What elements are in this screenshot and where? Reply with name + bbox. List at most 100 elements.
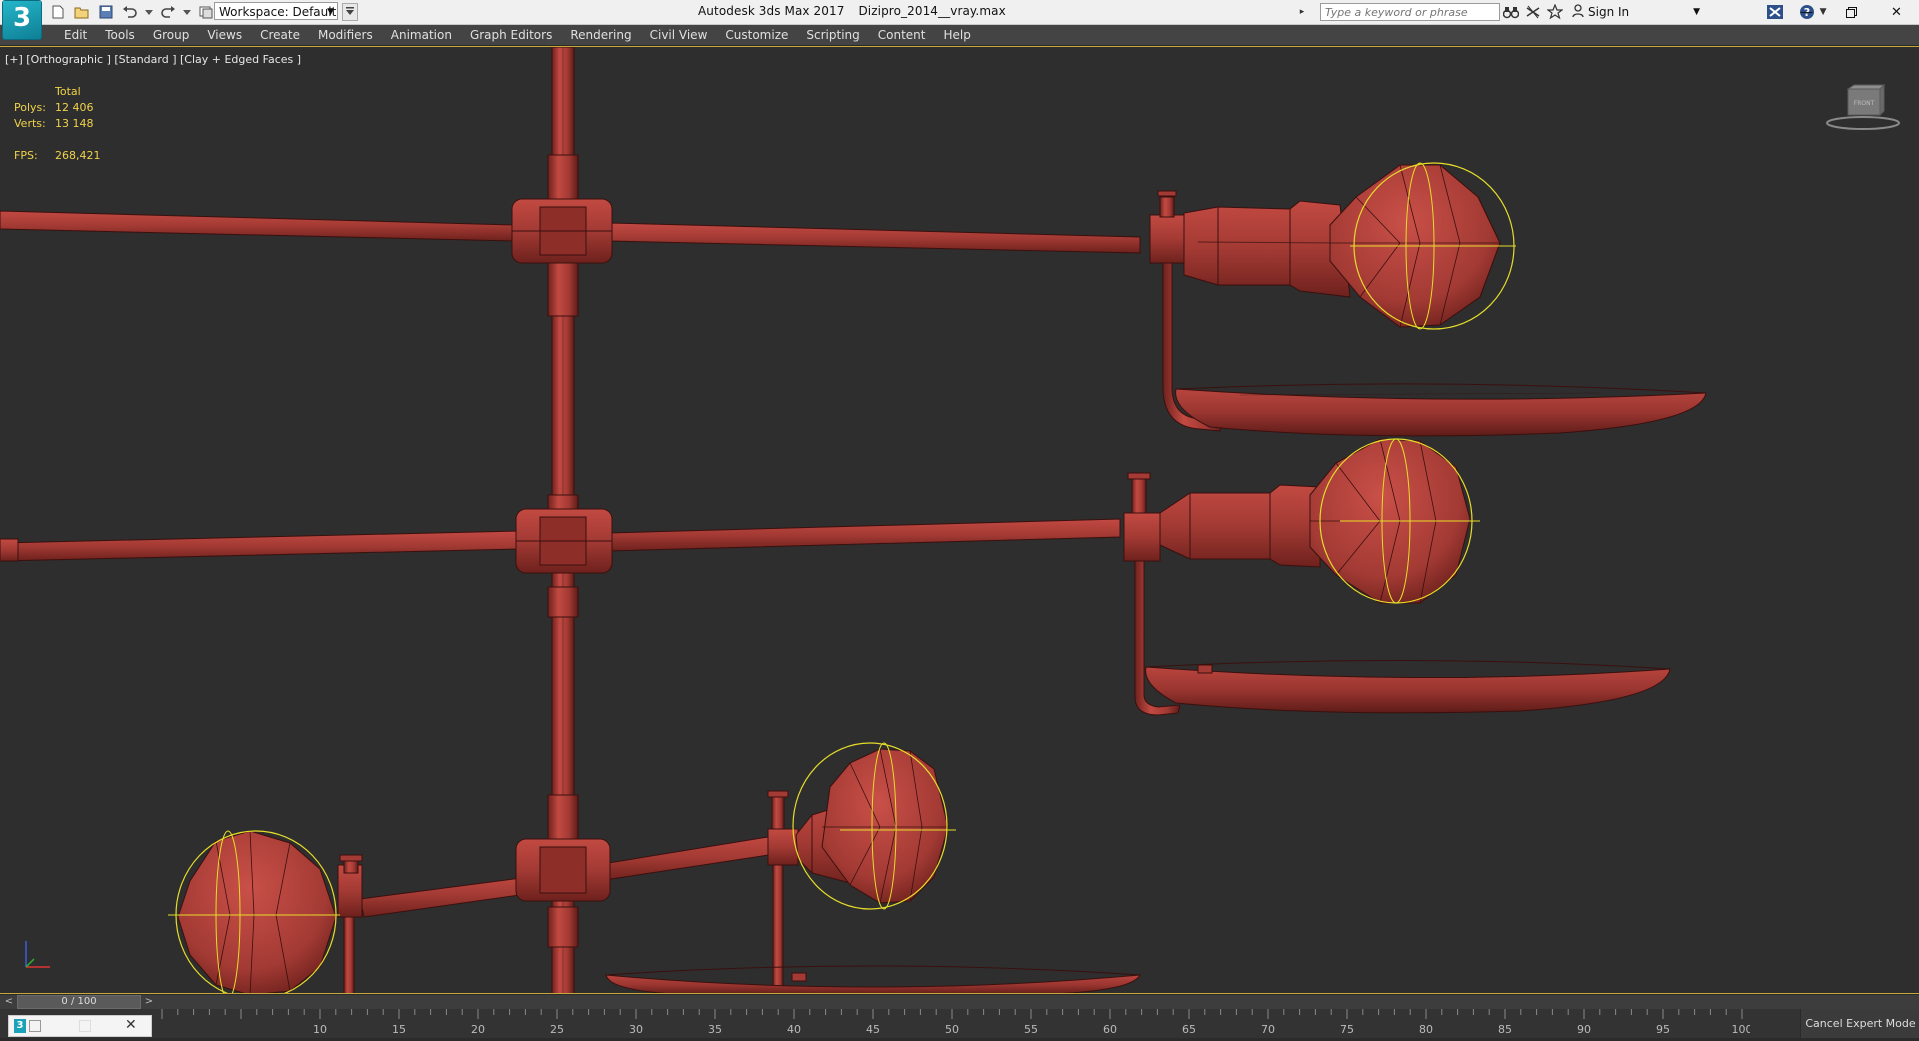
track-tick-label: 65 (1182, 1023, 1196, 1036)
undo-dropdown-icon[interactable] (144, 2, 154, 22)
redo-icon[interactable] (158, 2, 178, 22)
redo-dropdown-icon[interactable] (182, 2, 192, 22)
chevron-down-icon: ▼ (1693, 7, 1701, 17)
lamp-3[interactable] (605, 742, 1141, 994)
menu-create[interactable]: Create (251, 25, 309, 45)
axis-tripod-icon (25, 941, 50, 968)
track-tick-label: 15 (392, 1023, 406, 1036)
file-name: Dizipro_2014__vray.max (858, 4, 1006, 18)
polys-label: Polys: (14, 101, 46, 114)
previous-frame-button[interactable]: < (2, 995, 16, 1009)
verts-count: 13 148 (55, 117, 94, 130)
menu-help[interactable]: Help (935, 25, 980, 45)
track-tick-label: 80 (1419, 1023, 1433, 1036)
menu-civil-view[interactable]: Civil View (641, 25, 717, 45)
fps-value: 268,421 (55, 149, 101, 162)
binoculars-icon[interactable] (1500, 2, 1522, 22)
menu-tools[interactable]: Tools (96, 25, 144, 45)
lamp-2[interactable] (1123, 438, 1671, 716)
window-controls: — ✕ (1784, 0, 1919, 24)
listener-pane-icon (79, 1020, 91, 1032)
viewcube-face-label: FRONT (1854, 100, 1875, 107)
expand-search-icon[interactable]: ▸ (1298, 2, 1306, 22)
menu-group[interactable]: Group (144, 25, 199, 45)
chevron-down-icon: ▼ (327, 7, 334, 17)
new-file-icon[interactable] (48, 2, 68, 22)
track-tick-label: 100 (1732, 1023, 1751, 1036)
track-tick-label: 25 (550, 1023, 564, 1036)
menu-modifiers[interactable]: Modifiers (309, 25, 382, 45)
track-tick-label: 75 (1340, 1023, 1354, 1036)
app-logo-icon[interactable]: 3 (3, 1, 41, 39)
polys-count: 12 406 (55, 101, 94, 114)
menu-bar: Edit Tools Group Views Create Modifiers … (0, 25, 1919, 46)
track-tick-label: 60 (1103, 1023, 1117, 1036)
open-file-icon[interactable] (72, 2, 92, 22)
cancel-expert-mode-button[interactable]: Cancel Expert Mode (1800, 1009, 1919, 1038)
quick-access-toolbar (48, 2, 216, 22)
toolbar-customize-button[interactable] (342, 3, 358, 21)
track-tick-label: 90 (1577, 1023, 1591, 1036)
track-tick-label: 95 (1656, 1023, 1670, 1036)
lamp-4[interactable] (168, 830, 363, 994)
track-tick-label: 50 (945, 1023, 959, 1036)
menu-graph-editors[interactable]: Graph Editors (461, 25, 561, 45)
viewport-statistics: Total Polys: 12 406 Verts: 13 148 FPS: 268,… (14, 84, 101, 164)
menu-content[interactable]: Content (869, 25, 935, 45)
menu-animation[interactable]: Animation (382, 25, 461, 45)
lamp-arm-2[interactable] (0, 508, 1121, 574)
menu-views[interactable]: Views (198, 25, 251, 45)
track-tick-label: 35 (708, 1023, 722, 1036)
restore-button[interactable] (1829, 0, 1874, 24)
track-tick-label: 10 (313, 1023, 327, 1036)
bottom-bar: 3 ✕ 10 15 20 25 30 35 40 45 50 55 60 65 70 75 80 85 90 95… (0, 1009, 1919, 1038)
track-bar[interactable]: 10 15 20 25 30 35 40 45 50 55 60 65 70 75 80 85 90 95 100 (154, 1009, 1753, 1038)
viewport-label-menu[interactable]: [+] [Orthographic ] [Standard ] [Clay + … (5, 53, 301, 66)
app-name: Autodesk 3ds Max 2017 (698, 4, 845, 18)
exchange-apps-icon[interactable] (1764, 2, 1786, 22)
workspace-label: Workspace: Default (219, 5, 337, 19)
track-tick-label: 20 (471, 1023, 485, 1036)
track-tick-label: 40 (787, 1023, 801, 1036)
viewcube[interactable]: FRONT (1826, 83, 1900, 131)
menu-scripting[interactable]: Scripting (797, 25, 868, 45)
verts-label: Verts: (14, 117, 46, 130)
search-input[interactable] (1320, 3, 1500, 21)
orthographic-viewport[interactable]: [+] [Orthographic ] [Standard ] [Clay + … (0, 46, 1919, 994)
track-tick-label: 85 (1498, 1023, 1512, 1036)
minimize-button[interactable]: — (1784, 0, 1829, 24)
close-icon[interactable]: ✕ (125, 1017, 137, 1033)
workspace-select[interactable]: Workspace: Default ▼ (214, 2, 338, 20)
track-bar-ruler[interactable]: 10 15 20 25 30 35 40 45 50 55 60 65 70 75 80 85 90 95 100 (154, 1009, 1753, 1038)
window-title: Autodesk 3ds Max 2017 Dizipro_2014__vray.… (698, 4, 1020, 18)
track-tick-label: 70 (1261, 1023, 1275, 1036)
project-folder-icon[interactable] (196, 2, 216, 22)
lamp-1[interactable] (1149, 162, 1707, 437)
listener-window-icon (29, 1020, 41, 1032)
title-bar: 3 Workspace: Default ▼ Autodesk 3ds Max 2… (0, 0, 1919, 39)
stats-header: Total (55, 85, 81, 98)
sign-in-label: Sign In (1588, 5, 1630, 19)
menu-edit[interactable]: Edit (55, 25, 96, 45)
track-tick-label: 30 (629, 1023, 643, 1036)
menu-customize[interactable]: Customize (716, 25, 797, 45)
communication-center-icon[interactable] (1522, 2, 1544, 22)
undo-icon[interactable] (120, 2, 140, 22)
fps-label: FPS: (14, 149, 38, 162)
sign-in-menu[interactable]: Sign In ▼ (1572, 3, 1701, 21)
infocenter: ▸ Sign In ▼ ? ▼ (1298, 2, 1828, 22)
lamp-arm-1[interactable] (0, 198, 1141, 264)
next-frame-button[interactable]: > (142, 995, 156, 1009)
favorites-star-icon[interactable] (1544, 2, 1566, 22)
maxscript-logo-icon: 3 (14, 1019, 26, 1033)
maxscript-mini-listener[interactable]: 3 ✕ (8, 1015, 152, 1037)
track-tick-label: 55 (1024, 1023, 1038, 1036)
time-slider-thumb[interactable]: 0 / 100 (17, 995, 141, 1009)
scene-canvas[interactable] (0, 47, 1919, 994)
save-file-icon[interactable] (96, 2, 116, 22)
user-icon (1572, 3, 1584, 21)
track-tick-label: 45 (866, 1023, 880, 1036)
close-button[interactable]: ✕ (1874, 0, 1919, 24)
time-slider[interactable]: < 0 / 100 > (0, 995, 1919, 1009)
menu-rendering[interactable]: Rendering (561, 25, 640, 45)
